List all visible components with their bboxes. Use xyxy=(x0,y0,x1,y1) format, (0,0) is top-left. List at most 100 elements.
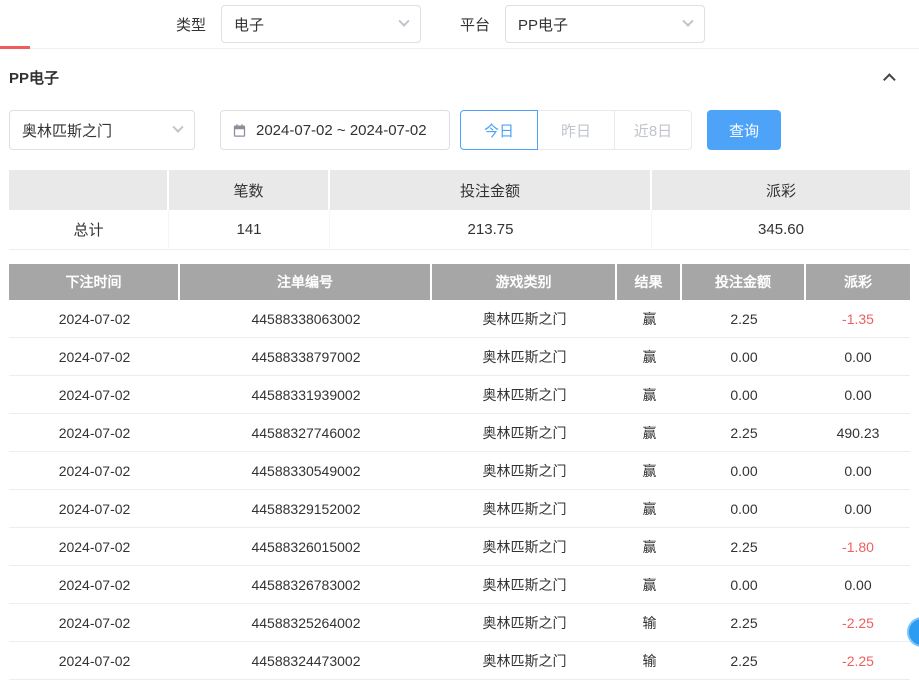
table-row: 2024-07-02 44588338797002 奥林匹斯之门 赢 0.00 … xyxy=(9,338,910,376)
summary-total-label: 总计 xyxy=(9,210,169,250)
chevron-down-icon xyxy=(682,16,693,27)
calendar-icon xyxy=(232,123,247,138)
cell-game-type: 奥林匹斯之门 xyxy=(432,452,617,490)
cell-bet-amount: 2.25 xyxy=(682,642,806,680)
platform-label: 平台 xyxy=(460,14,490,35)
cell-payout: 490.23 xyxy=(806,414,910,452)
date-range-value: 2024-07-02 ~ 2024-07-02 xyxy=(256,122,427,139)
platform-select-value: PP电子 xyxy=(518,14,568,35)
table-row: 2024-07-02 44588338063002 奥林匹斯之门 赢 2.25 … xyxy=(9,300,910,338)
summary-table: 笔数 投注金额 派彩 总计 141 213.75 345.60 xyxy=(9,170,910,250)
query-row: 奥林匹斯之门 2024-07-02 ~ 2024-07-02 今日 昨日 近8日… xyxy=(9,110,910,150)
cell-order-number: 44588326783002 xyxy=(180,566,432,604)
table-row: 2024-07-02 44588326015002 奥林匹斯之门 赢 2.25 … xyxy=(9,528,910,566)
column-header-bet-amount: 投注金额 xyxy=(682,264,806,300)
platform-section: PP电子 奥林匹斯之门 2024-07-02 ~ 2024-07-02 今日 昨… xyxy=(0,67,919,680)
cell-order-number: 44588338797002 xyxy=(180,338,432,376)
cell-result: 赢 xyxy=(617,490,682,528)
type-select[interactable]: 电子 xyxy=(221,5,421,43)
collapse-chevron-up-icon[interactable] xyxy=(883,73,896,86)
cell-payout: 0.00 xyxy=(806,566,910,604)
cell-game-type: 奥林匹斯之门 xyxy=(432,528,617,566)
cell-result: 赢 xyxy=(617,300,682,338)
cell-order-number: 44588330549002 xyxy=(180,452,432,490)
cell-game-type: 奥林匹斯之门 xyxy=(432,300,617,338)
cell-result: 赢 xyxy=(617,414,682,452)
summary-total-count: 141 xyxy=(169,210,330,250)
cell-bet-amount: 2.25 xyxy=(682,604,806,642)
cell-order-number: 44588326015002 xyxy=(180,528,432,566)
summary-header-payout: 派彩 xyxy=(652,170,910,210)
game-select[interactable]: 奥林匹斯之门 xyxy=(9,110,195,150)
cell-order-number: 44588338063002 xyxy=(180,300,432,338)
cell-payout: 0.00 xyxy=(806,376,910,414)
cell-bet-amount: 2.25 xyxy=(682,300,806,338)
yesterday-button[interactable]: 昨日 xyxy=(537,110,615,150)
today-button[interactable]: 今日 xyxy=(460,110,538,150)
summary-header-bet-amount: 投注金额 xyxy=(330,170,652,210)
platform-select[interactable]: PP电子 xyxy=(505,5,705,43)
cell-bet-amount: 2.25 xyxy=(682,414,806,452)
cell-payout: -1.35 xyxy=(806,300,910,338)
cell-time: 2024-07-02 xyxy=(9,566,180,604)
table-row: 2024-07-02 44588325264002 奥林匹斯之门 输 2.25 … xyxy=(9,604,910,642)
chevron-down-icon xyxy=(172,122,183,133)
column-header-payout: 派彩 xyxy=(806,264,910,300)
search-button[interactable]: 查询 xyxy=(707,110,781,150)
bet-table: 下注时间 注单编号 游戏类别 结果 投注金额 派彩 2024-07-02 445… xyxy=(9,264,910,680)
cell-time: 2024-07-02 xyxy=(9,528,180,566)
cell-time: 2024-07-02 xyxy=(9,452,180,490)
cell-game-type: 奥林匹斯之门 xyxy=(432,376,617,414)
cell-payout: -2.25 xyxy=(806,604,910,642)
cell-game-type: 奥林匹斯之门 xyxy=(432,414,617,452)
column-header-game: 游戏类别 xyxy=(432,264,617,300)
cell-order-number: 44588327746002 xyxy=(180,414,432,452)
quick-range-group: 今日 昨日 近8日 xyxy=(460,110,692,150)
cell-result: 赢 xyxy=(617,452,682,490)
summary-total-bet-amount: 213.75 xyxy=(330,210,652,250)
last-8-days-button[interactable]: 近8日 xyxy=(614,110,692,150)
bet-table-header-row: 下注时间 注单编号 游戏类别 结果 投注金额 派彩 xyxy=(9,264,910,300)
section-header: PP电子 xyxy=(9,67,910,88)
summary-header-row: 笔数 投注金额 派彩 xyxy=(9,170,910,210)
column-header-order: 注单编号 xyxy=(180,264,432,300)
top-filter-bar: 类型 电子 平台 PP电子 xyxy=(0,0,919,49)
table-row: 2024-07-02 44588331939002 奥林匹斯之门 赢 0.00 … xyxy=(9,376,910,414)
cell-time: 2024-07-02 xyxy=(9,642,180,680)
cell-payout: -2.25 xyxy=(806,642,910,680)
cell-payout: -1.80 xyxy=(806,528,910,566)
cell-order-number: 44588329152002 xyxy=(180,490,432,528)
date-range-input[interactable]: 2024-07-02 ~ 2024-07-02 xyxy=(220,110,450,150)
cell-bet-amount: 0.00 xyxy=(682,338,806,376)
cell-result: 赢 xyxy=(617,338,682,376)
cell-bet-amount: 0.00 xyxy=(682,376,806,414)
table-row: 2024-07-02 44588330549002 奥林匹斯之门 赢 0.00 … xyxy=(9,452,910,490)
cell-game-type: 奥林匹斯之门 xyxy=(432,604,617,642)
cell-bet-amount: 0.00 xyxy=(682,452,806,490)
summary-header-empty xyxy=(9,170,169,210)
cell-game-type: 奥林匹斯之门 xyxy=(432,642,617,680)
type-label: 类型 xyxy=(176,14,206,35)
summary-total-row: 总计 141 213.75 345.60 xyxy=(9,210,910,250)
summary-header-count: 笔数 xyxy=(169,170,330,210)
cell-game-type: 奥林匹斯之门 xyxy=(432,338,617,376)
cell-payout: 0.00 xyxy=(806,452,910,490)
chevron-down-icon xyxy=(398,16,409,27)
cell-payout: 0.00 xyxy=(806,490,910,528)
section-title: PP电子 xyxy=(9,67,59,88)
bet-table-body: 2024-07-02 44588338063002 奥林匹斯之门 赢 2.25 … xyxy=(9,300,910,680)
summary-total-payout: 345.60 xyxy=(652,210,910,250)
cell-payout: 0.00 xyxy=(806,338,910,376)
cell-time: 2024-07-02 xyxy=(9,414,180,452)
cell-order-number: 44588324473002 xyxy=(180,642,432,680)
column-header-result: 结果 xyxy=(617,264,682,300)
cell-bet-amount: 0.00 xyxy=(682,490,806,528)
cell-time: 2024-07-02 xyxy=(9,490,180,528)
cell-time: 2024-07-02 xyxy=(9,376,180,414)
cell-result: 赢 xyxy=(617,566,682,604)
cell-order-number: 44588325264002 xyxy=(180,604,432,642)
cell-result: 赢 xyxy=(617,376,682,414)
cell-result: 输 xyxy=(617,642,682,680)
table-row: 2024-07-02 44588324473002 奥林匹斯之门 输 2.25 … xyxy=(9,642,910,680)
table-row: 2024-07-02 44588326783002 奥林匹斯之门 赢 0.00 … xyxy=(9,566,910,604)
